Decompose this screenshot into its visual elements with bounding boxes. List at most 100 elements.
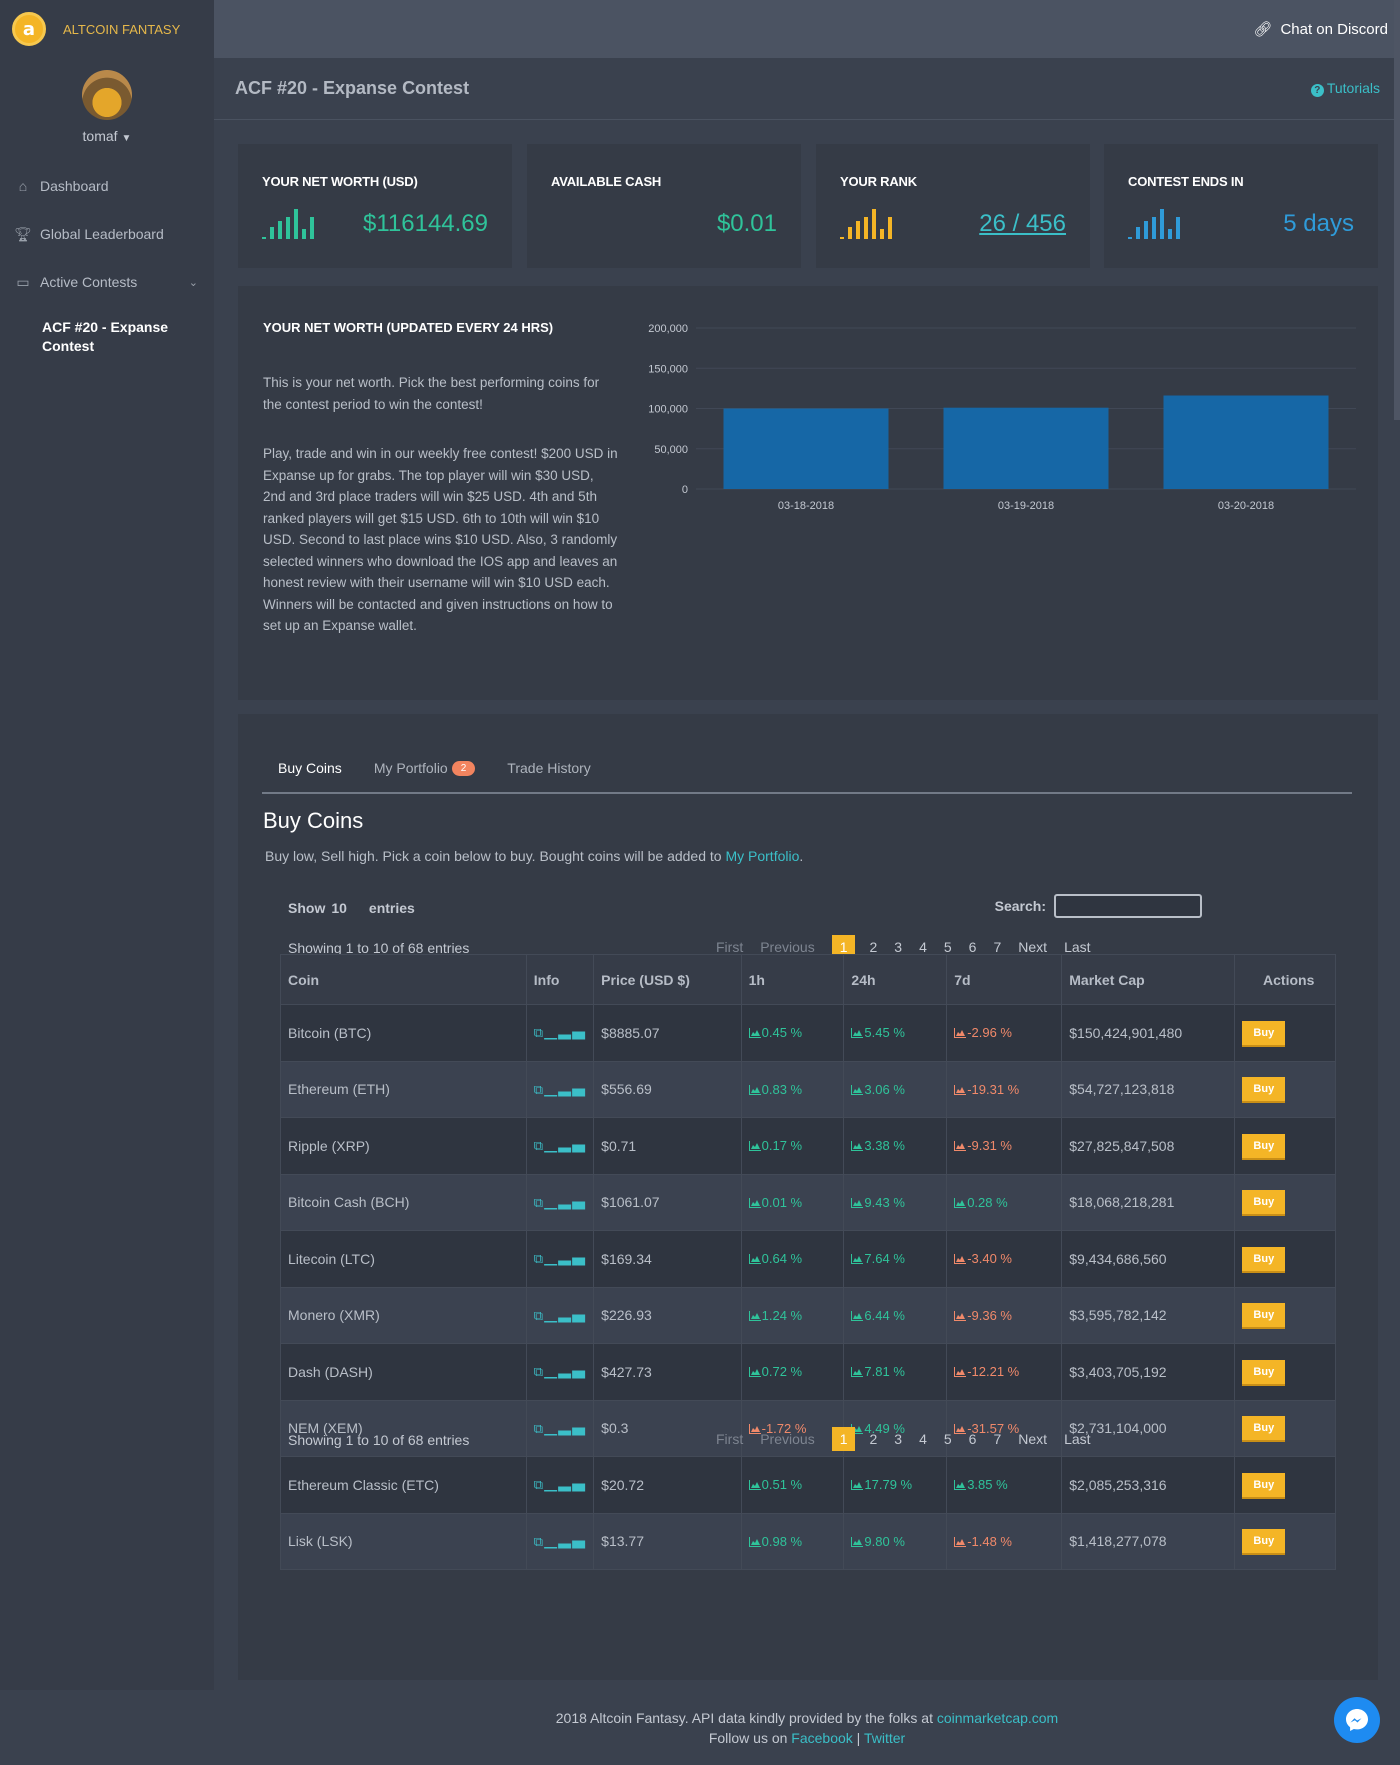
page-length-select[interactable]: 10 xyxy=(331,900,347,916)
buy-button[interactable]: Buy xyxy=(1242,1472,1286,1497)
buy-button[interactable]: Buy xyxy=(1242,1246,1286,1271)
messenger-chat-button[interactable] xyxy=(1334,1697,1380,1743)
pager-page-2[interactable]: 2 xyxy=(869,939,877,955)
area-chart-icon xyxy=(954,1310,967,1321)
pager-last[interactable]: Last xyxy=(1064,939,1090,955)
signal-bars-icon[interactable]: ▁▃▅ xyxy=(544,1308,586,1323)
buy-button[interactable]: Buy xyxy=(1242,1190,1286,1215)
coinmarketcap-link[interactable]: coinmarketcap.com xyxy=(937,1710,1058,1726)
buy-button[interactable]: Buy xyxy=(1242,1529,1286,1554)
pager-previous[interactable]: Previous xyxy=(760,939,814,955)
column-header[interactable]: Actions xyxy=(1234,954,1336,1005)
column-header[interactable]: 7d xyxy=(946,954,1063,1005)
external-link-icon[interactable]: ⧉ xyxy=(534,1251,544,1266)
sidebar-item-dashboard[interactable]: ⌂ Dashboard xyxy=(0,162,214,210)
pager-page-4[interactable]: 4 xyxy=(919,1431,927,1447)
brand[interactable]: a ALTCOIN FANTASY xyxy=(0,0,214,58)
page-scrollbar[interactable] xyxy=(1394,0,1400,420)
tutorials-link[interactable]: ? Tutorials xyxy=(1310,80,1380,97)
coin-price: $556.69 xyxy=(593,1060,742,1118)
column-header[interactable]: 1h xyxy=(740,954,845,1005)
buy-button[interactable]: Buy xyxy=(1242,1359,1286,1384)
pager-page-3[interactable]: 3 xyxy=(894,939,902,955)
buy-button[interactable]: Buy xyxy=(1242,1133,1286,1158)
footer: 2018 Altcoin Fantasy. API data kindly pr… xyxy=(214,1690,1400,1765)
pager-page-6[interactable]: 6 xyxy=(969,939,977,955)
spark-bar xyxy=(278,221,282,239)
buy-button[interactable]: Buy xyxy=(1242,1077,1286,1102)
external-link-icon[interactable]: ⧉ xyxy=(534,1477,544,1492)
change-24h: 7.81 % xyxy=(843,1343,948,1401)
external-link-icon[interactable]: ⧉ xyxy=(534,1025,544,1040)
external-link-icon[interactable]: ⧉ xyxy=(534,1138,544,1153)
sidebar-subitem-contest[interactable]: ACF #20 - Expanse Contest xyxy=(0,306,214,356)
column-header[interactable]: Info xyxy=(525,954,595,1005)
change-value: -19.31 % xyxy=(967,1081,1020,1097)
signal-bars-icon[interactable]: ▁▃▅ xyxy=(544,1534,586,1549)
external-link-icon[interactable]: ⧉ xyxy=(534,1082,544,1097)
market-cap: $18,068,218,281 xyxy=(1061,1173,1236,1231)
pager-page-6[interactable]: 6 xyxy=(969,1431,977,1447)
buy-button[interactable]: Buy xyxy=(1242,1416,1286,1441)
pager-first[interactable]: First xyxy=(716,939,743,955)
pager-page-4[interactable]: 4 xyxy=(919,939,927,955)
change-value: 0.72 % xyxy=(761,1364,803,1380)
discord-label: Chat on Discord xyxy=(1280,20,1388,38)
change-24h: 3.38 % xyxy=(843,1117,948,1175)
pager-first[interactable]: First xyxy=(716,1431,743,1447)
pager-last[interactable]: Last xyxy=(1064,1431,1090,1447)
info-cell: ⧉▁▃▅ xyxy=(525,1230,595,1288)
my-portfolio-link[interactable]: My Portfolio xyxy=(725,848,799,864)
external-link-icon[interactable]: ⧉ xyxy=(534,1534,544,1549)
pager-page-5[interactable]: 5 xyxy=(944,1431,952,1447)
signal-bars-icon[interactable]: ▁▃▅ xyxy=(544,1364,586,1379)
info-cell: ⧉▁▃▅ xyxy=(525,1060,595,1118)
twitter-link[interactable]: Twitter xyxy=(864,1730,905,1746)
external-link-icon[interactable]: ⧉ xyxy=(534,1195,544,1210)
signal-bars-icon[interactable]: ▁▃▅ xyxy=(544,1477,586,1492)
pager-page-2[interactable]: 2 xyxy=(869,1431,877,1447)
chat-on-discord-link[interactable]: 🔗︎ Chat on Discord xyxy=(1253,20,1388,39)
column-header[interactable]: 24h xyxy=(843,954,948,1005)
sidebar-item-global-leaderboard[interactable]: 🏆︎ Global Leaderboard xyxy=(0,210,214,258)
external-link-icon[interactable]: ⧉ xyxy=(534,1421,544,1436)
signal-bars-icon[interactable]: ▁▃▅ xyxy=(544,1025,586,1040)
avatar[interactable] xyxy=(82,70,132,120)
search-input[interactable] xyxy=(1054,894,1202,918)
pager-page-7[interactable]: 7 xyxy=(993,1431,1001,1447)
signal-bars-icon[interactable]: ▁▃▅ xyxy=(544,1138,586,1153)
brand-name: ALTCOIN FANTASY xyxy=(63,21,181,37)
change-7d: -2.96 % xyxy=(946,1004,1063,1062)
buy-button[interactable]: Buy xyxy=(1242,1303,1286,1328)
pager-page-3[interactable]: 3 xyxy=(894,1431,902,1447)
tab-buy-coins[interactable]: Buy Coins xyxy=(278,760,342,776)
external-link-icon[interactable]: ⧉ xyxy=(534,1364,544,1379)
sidebar-item-active-contests[interactable]: ▭ Active Contests ⌄ xyxy=(0,258,214,306)
pager-page-5[interactable]: 5 xyxy=(944,939,952,955)
rank-link[interactable]: 26 / 456 xyxy=(979,209,1066,239)
column-header[interactable]: Market Cap xyxy=(1061,954,1236,1005)
signal-bars-icon[interactable]: ▁▃▅ xyxy=(544,1082,586,1097)
signal-bars-icon[interactable]: ▁▃▅ xyxy=(544,1251,586,1266)
column-header[interactable]: Coin xyxy=(280,954,527,1005)
stat-label: CONTEST ENDS IN xyxy=(1128,174,1244,189)
signal-bars-icon[interactable]: ▁▃▅ xyxy=(544,1421,586,1436)
user-menu[interactable]: tomaf ▼ xyxy=(0,128,214,144)
tab-trade-history[interactable]: Trade History xyxy=(507,760,591,776)
signal-bars-icon[interactable]: ▁▃▅ xyxy=(544,1195,586,1210)
area-chart-icon xyxy=(851,1084,864,1095)
pager-page-1[interactable]: 1 xyxy=(831,1427,856,1451)
area-chart-icon xyxy=(851,1480,864,1491)
y-tick-label: 50,000 xyxy=(654,444,688,456)
buy-button[interactable]: Buy xyxy=(1242,1020,1286,1045)
facebook-link[interactable]: Facebook xyxy=(791,1730,852,1746)
pager-previous[interactable]: Previous xyxy=(760,1431,814,1447)
tab-my-portfolio[interactable]: My Portfolio 2 xyxy=(374,760,476,776)
pager-next[interactable]: Next xyxy=(1018,1431,1047,1447)
portfolio-count-badge: 2 xyxy=(451,760,476,776)
pager-page-7[interactable]: 7 xyxy=(993,939,1001,955)
external-link-icon[interactable]: ⧉ xyxy=(534,1308,544,1323)
stat-contest-ends: CONTEST ENDS IN 5 days xyxy=(1104,144,1378,268)
column-header[interactable]: Price (USD $) xyxy=(593,954,742,1005)
pager-next[interactable]: Next xyxy=(1018,939,1047,955)
